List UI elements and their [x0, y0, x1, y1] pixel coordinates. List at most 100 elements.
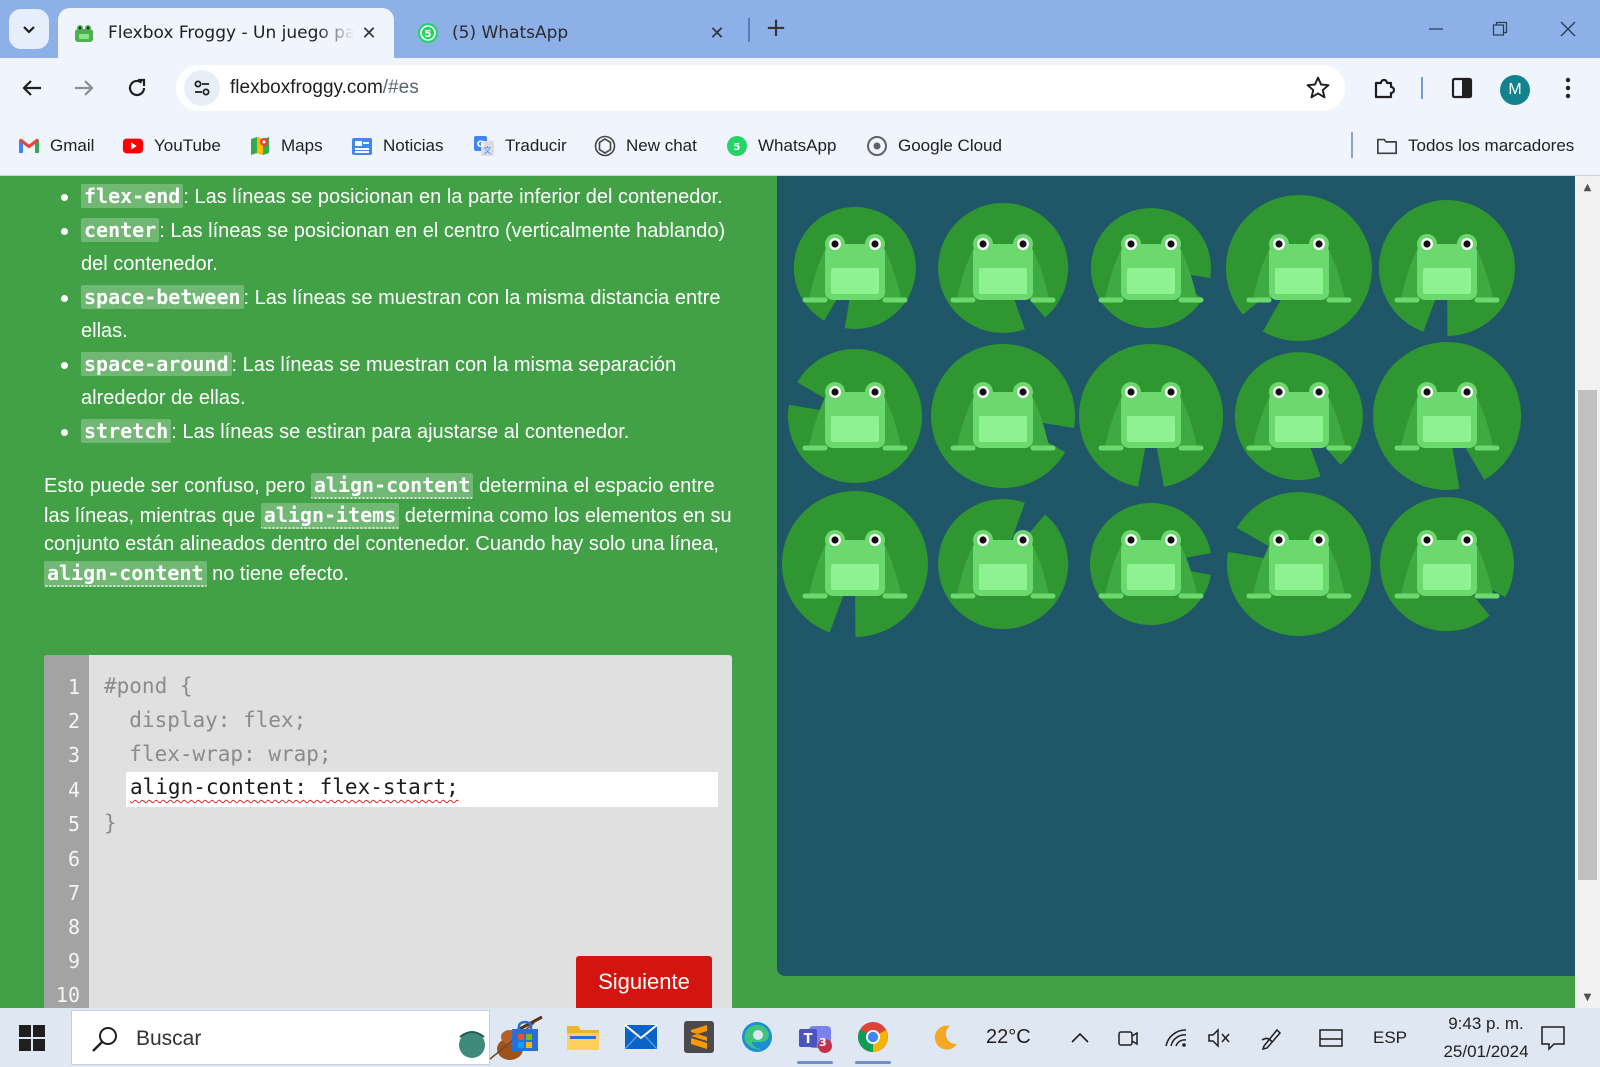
bookmark-label: Traducir	[505, 136, 567, 155]
wifi-icon[interactable]	[1164, 1026, 1188, 1050]
meet-now-icon[interactable]	[1116, 1026, 1140, 1050]
bookmark-label: Maps	[281, 136, 323, 155]
tab-title: (5) WhatsApp	[452, 23, 569, 43]
svg-text:T: T	[804, 1032, 813, 1047]
tab-search-button[interactable]	[9, 9, 49, 49]
chevron-up-icon[interactable]	[1068, 1026, 1092, 1050]
youtube-icon	[122, 135, 144, 157]
scrollbar-thumb[interactable]	[1578, 390, 1597, 880]
next-level-button[interactable]: Siguiente	[576, 956, 712, 1008]
clock-time[interactable]: 9:43 p. m.	[1426, 1014, 1546, 1034]
bookmarks-separator	[1351, 132, 1353, 158]
restore-button[interactable]	[1468, 0, 1532, 58]
close-tab-icon[interactable]: ✕	[702, 18, 732, 48]
url-text: flexboxfroggy.com/#es	[230, 77, 419, 99]
keyword-tooltip-align-content[interactable]: align-content	[310, 473, 474, 499]
frog-on-lilypad	[1226, 492, 1371, 637]
clock-date[interactable]: 25/01/2024	[1426, 1042, 1546, 1062]
touch-keyboard-icon[interactable]	[1319, 1026, 1343, 1050]
bookmark-traducir[interactable]: G文 Traducir	[473, 132, 567, 160]
back-button[interactable]	[15, 71, 49, 105]
weather-moon-icon[interactable]	[928, 1021, 962, 1055]
volume-muted-icon[interactable]	[1207, 1026, 1231, 1050]
pen-icon[interactable]	[1260, 1026, 1284, 1050]
tab-flexbox-froggy[interactable]: Flexbox Froggy - Un juego para aprender …	[58, 8, 394, 58]
new-tab-button[interactable]: +	[760, 12, 792, 44]
edge-app[interactable]	[737, 1017, 777, 1057]
bookmark-maps[interactable]: Maps	[249, 132, 323, 160]
extensions-button[interactable]	[1369, 72, 1401, 104]
bookmark-label: Noticias	[383, 136, 444, 155]
bookmark-youtube[interactable]: YouTube	[122, 132, 221, 160]
frog-favicon-icon	[75, 25, 93, 42]
line-number: 7	[67, 881, 80, 905]
address-bar[interactable]: flexboxfroggy.com/#es	[176, 65, 1345, 111]
close-icon	[1560, 21, 1576, 37]
code-input-value: align-content: flex-start;	[130, 775, 459, 799]
frog-on-lilypad	[938, 202, 1069, 333]
bookmark-label: New chat	[626, 136, 697, 155]
description: : Las líneas se posicionan en el centro …	[81, 220, 726, 275]
maps-icon	[249, 135, 271, 157]
css-code-input[interactable]: align-content: flex-start;	[126, 772, 718, 807]
frog-on-lilypad	[931, 343, 1076, 488]
description: : Las líneas se estiran para ajustarse a…	[171, 421, 630, 443]
chrome-menu-button[interactable]	[1552, 72, 1584, 104]
keyword: flex-end	[81, 184, 184, 208]
tab-whatsapp[interactable]: 5 (5) WhatsApp ✕	[402, 8, 742, 58]
taskbar-search-input[interactable]: Buscar	[71, 1010, 543, 1065]
teams-app[interactable]: T 3	[795, 1017, 835, 1064]
minimize-button[interactable]	[1404, 0, 1468, 58]
keyword-tooltip-align-items[interactable]: align-items	[260, 502, 400, 529]
bookmark-gmail[interactable]: Gmail	[18, 132, 94, 160]
profile-avatar[interactable]: M	[1500, 75, 1530, 105]
arrow-right-icon	[75, 80, 94, 96]
frog-on-lilypad	[1234, 352, 1363, 481]
bookmark-label: Google Cloud	[898, 136, 1002, 155]
code-line: display: flex;	[104, 708, 307, 732]
microsoft-store-app[interactable]	[505, 1017, 545, 1057]
arrow-left-icon	[22, 80, 41, 96]
reload-button[interactable]	[120, 71, 154, 105]
all-bookmarks-button[interactable]: Todos los marcadores	[1376, 132, 1574, 160]
tab-strip: Flexbox Froggy - Un juego para aprender …	[0, 0, 1600, 58]
notifications-icon[interactable]	[1539, 1024, 1567, 1052]
bookmark-noticias[interactable]: Noticias	[351, 132, 443, 160]
scroll-up-arrow-icon[interactable]: ▲	[1575, 176, 1600, 198]
close-window-button[interactable]	[1536, 0, 1600, 58]
chrome-app[interactable]	[853, 1017, 893, 1064]
align-content-values-list: flex-end: Las líneas se posicionan en la…	[61, 180, 734, 449]
forward-button[interactable]	[67, 71, 101, 105]
file-explorer-app[interactable]	[563, 1017, 603, 1057]
frog-on-lilypad	[1373, 341, 1522, 490]
bookmark-whatsapp[interactable]: 5 WhatsApp	[726, 132, 836, 160]
input-language[interactable]: ESP	[1373, 1028, 1407, 1048]
minimize-icon	[1429, 28, 1443, 30]
windows-start-icon[interactable]	[18, 1024, 46, 1052]
keyword: space-around	[81, 352, 232, 376]
tab-separator	[748, 18, 750, 42]
pond	[777, 176, 1575, 976]
keyword-tooltip-align-content[interactable]: align-content	[44, 560, 207, 587]
list-item: stretch: Las líneas se estiran para ajus…	[61, 415, 734, 449]
line-number: 10	[55, 983, 80, 1007]
bookmark-google-cloud[interactable]: Google Cloud	[866, 132, 1002, 160]
scroll-down-arrow-icon[interactable]: ▼	[1575, 986, 1600, 1008]
page-scrollbar[interactable]: ▲ ▼	[1575, 176, 1600, 1008]
frog-on-lilypad	[1089, 503, 1211, 625]
news-icon	[351, 135, 373, 157]
toolbar-separator	[1421, 77, 1423, 99]
store-icon	[512, 1020, 538, 1051]
weather-temperature[interactable]: 22°C	[986, 1026, 1031, 1049]
paragraph-text: no tiene efecto.	[206, 562, 349, 585]
mail-app[interactable]	[621, 1017, 661, 1057]
code-line: flex-wrap: wrap;	[104, 742, 332, 766]
bookmark-star-icon[interactable]	[1305, 75, 1331, 101]
close-tab-icon[interactable]: ✕	[354, 18, 384, 48]
side-panel-button[interactable]	[1446, 72, 1478, 104]
list-item: flex-end: Las líneas se posicionan en la…	[61, 180, 734, 214]
site-info-button[interactable]	[184, 70, 220, 106]
frog-on-lilypad	[1225, 195, 1372, 342]
sublime-text-app[interactable]	[679, 1017, 719, 1057]
bookmark-new-chat[interactable]: New chat	[594, 132, 697, 160]
